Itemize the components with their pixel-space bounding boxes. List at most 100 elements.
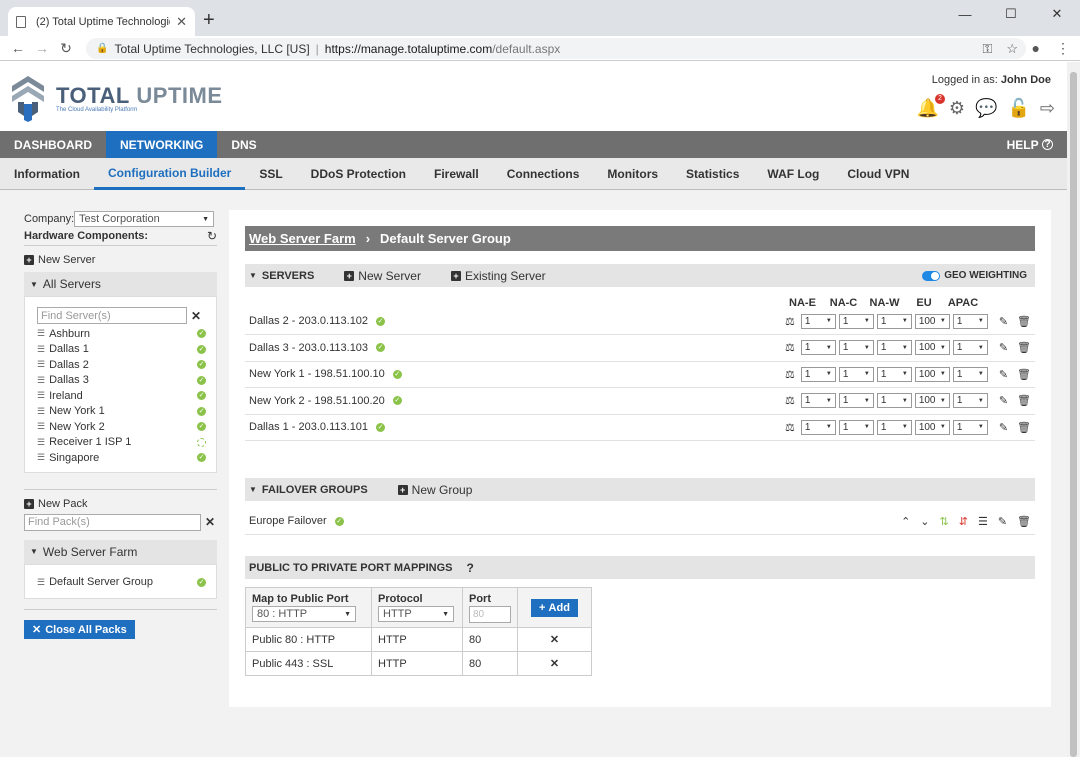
refresh-icon[interactable]: ↻ — [207, 229, 217, 243]
caret-down-icon[interactable]: ▼ — [249, 485, 257, 494]
new-server-button[interactable]: + New Server — [24, 248, 217, 272]
weight-select-apac[interactable]: 1 ▼ — [952, 366, 988, 382]
tab-configuration-builder[interactable]: Configuration Builder — [94, 158, 246, 190]
omnibox[interactable]: 🔒 Total Uptime Technologies, LLC [US] | … — [86, 38, 1026, 59]
chat-icon[interactable]: 💬 — [975, 98, 997, 119]
weight-select-na-w[interactable]: 1 ▼ — [876, 393, 912, 409]
weight-select-apac[interactable]: 1 ▼ — [952, 419, 988, 435]
sidebar-item-singapore[interactable]: ☰ Singapore ✓ — [37, 450, 206, 466]
find-pack-input[interactable]: Find Pack(s) — [24, 513, 201, 531]
new-group-link[interactable]: + New Group — [397, 483, 472, 497]
trash-icon[interactable]: 🗑 — [1017, 421, 1031, 434]
nav-dns[interactable]: DNS — [217, 131, 270, 158]
scrollbar-thumb[interactable] — [1070, 72, 1077, 757]
move-down-icon[interactable]: ⌄ — [920, 515, 929, 528]
delete-icon[interactable]: ✕ — [550, 634, 559, 646]
weight-select-na-c[interactable]: 1 ▼ — [838, 313, 874, 329]
sidebar-item-dallas-2[interactable]: ☰ Dallas 2 ✓ — [37, 357, 206, 373]
new-tab-icon[interactable]: + — [203, 9, 215, 32]
new-server-link[interactable]: + New Server — [344, 269, 421, 283]
move-up-icon[interactable]: ⌃ — [901, 515, 910, 528]
weight-select-apac[interactable]: 1 ▼ — [952, 393, 988, 409]
list-item[interactable]: ☰ Default Server Group ✓ — [37, 575, 206, 591]
back-icon[interactable]: ← — [6, 40, 30, 56]
sidebar-item-ireland[interactable]: ☰ Ireland ✓ — [37, 388, 206, 404]
delete-icon[interactable]: ✕ — [550, 658, 559, 670]
find-server-input[interactable]: Find Server(s) — [37, 307, 187, 324]
unlock-icon[interactable]: 🔓 — [1007, 98, 1029, 119]
tab-monitors[interactable]: Monitors — [593, 158, 672, 190]
weight-select-apac[interactable]: 1 ▼ — [952, 313, 988, 329]
weight-select-eu[interactable]: 100 ▼ — [914, 366, 950, 382]
reload-icon[interactable]: ↻ — [54, 40, 78, 57]
weight-select-na-e[interactable]: 1 ▼ — [800, 419, 836, 435]
browser-tab[interactable]: (2) Total Uptime Technologies - C ✕ — [8, 7, 195, 36]
sidebar-item-dallas-1[interactable]: ☰ Dallas 1 ✓ — [37, 342, 206, 358]
bell-icon[interactable]: 🔔 2 — [917, 94, 945, 119]
sidebar-item-receiver-1-isp-1[interactable]: ☰ Receiver 1 ISP 1 — [37, 435, 206, 451]
weight-select-na-c[interactable]: 1 ▼ — [838, 366, 874, 382]
weight-select-eu[interactable]: 100 ▼ — [914, 340, 950, 356]
geo-weighting-toggle[interactable]: GEO WEIGHTING — [922, 270, 1027, 281]
trash-icon[interactable]: 🗑 — [1017, 368, 1031, 381]
tab-statistics[interactable]: Statistics — [672, 158, 753, 190]
close-window-icon[interactable]: ✕ — [1034, 0, 1080, 28]
weight-select-na-e[interactable]: 1 ▼ — [800, 393, 836, 409]
sidebar-item-new-york-2[interactable]: ☰ New York 2 ✓ — [37, 419, 206, 435]
caret-down-icon[interactable]: ▼ — [249, 271, 257, 280]
clear-search-icon[interactable]: ✕ — [191, 309, 201, 323]
weight-select-eu[interactable]: 100 ▼ — [914, 393, 950, 409]
existing-server-link[interactable]: + Existing Server — [450, 269, 546, 283]
sidebar-item-ashburn[interactable]: ☰ Ashburn ✓ — [37, 326, 206, 342]
weight-select-na-e[interactable]: 1 ▼ — [800, 366, 836, 382]
weight-select-na-c[interactable]: 1 ▼ — [838, 393, 874, 409]
scale-icon[interactable]: ⚖ — [785, 341, 795, 354]
port-help-icon[interactable]: ? — [467, 561, 474, 575]
star-icon[interactable]: ☆ — [1006, 41, 1018, 57]
gear-icon[interactable]: ⚙ — [949, 98, 965, 119]
profile-icon[interactable]: ● — [1032, 40, 1040, 57]
edit-icon[interactable]: ✎ — [999, 368, 1008, 381]
edit-icon[interactable]: ✎ — [998, 515, 1007, 528]
scale-icon[interactable]: ⚖ — [785, 368, 795, 381]
trash-icon[interactable]: 🗑 — [1017, 394, 1031, 407]
scale-icon[interactable]: ⚖ — [785, 394, 795, 407]
clear-pack-search-icon[interactable]: ✕ — [205, 515, 215, 529]
nav-help[interactable]: HELP ? — [993, 131, 1067, 158]
scale-icon[interactable]: ⚖ — [785, 315, 795, 328]
maximize-icon[interactable]: ☐ — [988, 0, 1034, 28]
edit-icon[interactable]: ✎ — [999, 421, 1008, 434]
sort-desc-icon[interactable]: ⇵ — [959, 515, 968, 528]
weight-select-na-w[interactable]: 1 ▼ — [876, 419, 912, 435]
nav-networking[interactable]: NETWORKING — [106, 131, 218, 158]
weight-select-na-c[interactable]: 1 ▼ — [838, 419, 874, 435]
add-port-button[interactable]: + Add — [531, 598, 578, 617]
close-tab-icon[interactable]: ✕ — [176, 14, 187, 30]
edit-icon[interactable]: ✎ — [999, 394, 1008, 407]
weight-select-na-e[interactable]: 1 ▼ — [800, 313, 836, 329]
weight-select-eu[interactable]: 100 ▼ — [914, 419, 950, 435]
trash-icon[interactable]: 🗑 — [1017, 341, 1031, 354]
tab-ssl[interactable]: SSL — [245, 158, 296, 190]
breadcrumb-link[interactable]: Web Server Farm — [249, 231, 356, 246]
protocol-select[interactable]: HTTP ▼ — [378, 606, 454, 622]
weight-select-apac[interactable]: 1 ▼ — [952, 340, 988, 356]
tab-waf-log[interactable]: WAF Log — [753, 158, 833, 190]
trash-icon[interactable]: 🗑 — [1017, 315, 1031, 328]
tab-information[interactable]: Information — [0, 158, 94, 190]
edit-icon[interactable]: ✎ — [999, 315, 1008, 328]
sort-alpha-icon[interactable]: ⇅ — [940, 515, 949, 528]
weight-select-na-w[interactable]: 1 ▼ — [876, 340, 912, 356]
tab-cloud-vpn[interactable]: Cloud VPN — [833, 158, 923, 190]
edit-icon[interactable]: ✎ — [999, 341, 1008, 354]
scale-icon[interactable]: ⚖ — [785, 421, 795, 434]
tab-ddos-protection[interactable]: DDoS Protection — [297, 158, 420, 190]
pack-header[interactable]: ▼ Web Server Farm — [24, 539, 217, 564]
tab-connections[interactable]: Connections — [493, 158, 594, 190]
key-icon[interactable]: ⚿ — [982, 41, 992, 57]
port-input[interactable]: 80 — [469, 606, 511, 623]
weight-select-eu[interactable]: 100 ▼ — [914, 313, 950, 329]
weight-select-na-w[interactable]: 1 ▼ — [876, 366, 912, 382]
page-scrollbar[interactable] — [1067, 62, 1080, 757]
list-icon[interactable]: ☰ — [978, 515, 988, 528]
